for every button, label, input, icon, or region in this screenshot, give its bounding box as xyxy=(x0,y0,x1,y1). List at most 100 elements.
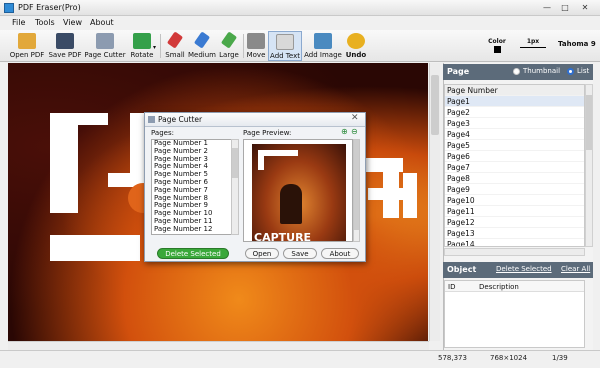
list-item[interactable]: Page14 xyxy=(445,239,584,246)
dialog-title-bar: Page Cutter ✕ xyxy=(145,113,365,127)
open-label: Open xyxy=(252,250,272,258)
list-radio[interactable] xyxy=(567,68,574,75)
status-coords: 578,373 xyxy=(438,354,467,362)
menu-view[interactable]: View xyxy=(63,18,82,27)
undo-button[interactable]: Undo xyxy=(344,31,368,61)
zoom-in-icon[interactable]: ⊕ xyxy=(341,127,348,136)
list-item[interactable]: Page3 xyxy=(445,118,584,129)
dialog-list-scrollbar[interactable] xyxy=(231,139,239,235)
font-picker[interactable]: Tahoma 9 xyxy=(558,40,596,48)
dialog-about-button[interactable]: About xyxy=(321,248,359,259)
stroke-width-picker[interactable]: 1px xyxy=(520,38,546,48)
list-item[interactable]: Page11 xyxy=(445,206,584,217)
list-item[interactable]: Page13 xyxy=(445,228,584,239)
maximize-button[interactable]: □ xyxy=(558,2,572,14)
logo-shape xyxy=(258,156,264,170)
dialog-title: Page Cutter xyxy=(158,115,203,124)
close-button[interactable]: ✕ xyxy=(578,2,592,14)
large-eraser-button[interactable]: Large xyxy=(217,31,241,61)
column-id: ID xyxy=(448,283,456,291)
page-list-header: Page Number xyxy=(445,85,584,96)
list-item[interactable]: Page2 xyxy=(445,107,584,118)
small-eraser-button[interactable]: Small xyxy=(163,31,187,61)
logo-shape xyxy=(50,113,108,125)
list-item[interactable]: Page1 xyxy=(445,96,584,107)
add-text-icon xyxy=(276,34,294,50)
add-image-button[interactable]: Add Image xyxy=(304,31,342,61)
list-label: List xyxy=(577,67,590,75)
status-bar: 578,373 768×1024 1/39 xyxy=(0,350,600,368)
page-preview: CAPTURE xyxy=(243,139,353,242)
pages-label: Pages: xyxy=(151,129,174,137)
page-cutter-button[interactable]: Page Cutter xyxy=(84,31,126,61)
delete-selected-label: Delete Selected xyxy=(165,250,221,258)
medium-eraser-button[interactable]: Medium xyxy=(188,31,216,61)
dialog-close-icon[interactable]: ✕ xyxy=(351,113,359,123)
add-image-icon xyxy=(314,33,332,49)
medium-eraser-label: Medium xyxy=(188,51,216,59)
page-list-horizontal-scrollbar[interactable] xyxy=(444,248,585,256)
list-item[interactable]: Page8 xyxy=(445,173,584,184)
page-cutter-icon xyxy=(148,116,155,123)
column-description: Description xyxy=(479,283,519,291)
thumbnail-radio[interactable] xyxy=(513,68,520,75)
page-list: Page Number Page1 Page2 Page3 Page4 Page… xyxy=(444,84,585,247)
menu-tools[interactable]: Tools xyxy=(35,18,55,27)
app-icon xyxy=(4,3,14,13)
page-cutter-dialog: Page Cutter ✕ Pages: Page Preview: ⊕ ⊖ P… xyxy=(144,112,366,262)
list-item[interactable]: Page12 xyxy=(445,217,584,228)
page-panel-title: Page xyxy=(447,67,470,76)
move-button[interactable]: Move xyxy=(245,31,267,61)
toolbar: Open PDF Save PDF Page Cutter Rotate ▾ S… xyxy=(0,30,600,62)
delete-selected-link[interactable]: Delete Selected xyxy=(496,265,552,273)
list-item[interactable]: Page10 xyxy=(445,195,584,206)
toolbar-separator xyxy=(243,34,244,58)
rotate-label: Rotate xyxy=(130,51,154,59)
stroke-width-label: 1px xyxy=(526,38,540,45)
large-eraser-icon xyxy=(220,31,238,49)
undo-icon xyxy=(347,33,365,49)
rotate-dropdown-arrow-icon[interactable]: ▾ xyxy=(153,44,156,51)
canvas-horizontal-scrollbar[interactable] xyxy=(8,341,429,350)
list-item[interactable]: Page9 xyxy=(445,184,584,195)
list-item[interactable]: Page4 xyxy=(445,129,584,140)
canvas-vertical-scrollbar[interactable] xyxy=(429,63,440,341)
list-item[interactable]: Page7 xyxy=(445,162,584,173)
title-bar: PDF Eraser(Pro) — □ ✕ xyxy=(0,0,600,16)
preview-scrollbar[interactable] xyxy=(353,139,360,242)
object-panel-header: Object Delete Selected Clear All xyxy=(443,262,593,278)
add-text-button[interactable]: Add Text xyxy=(268,31,302,61)
save-pdf-label: Save PDF xyxy=(48,51,82,59)
object-panel-title: Object xyxy=(447,265,477,274)
page-cutter-icon xyxy=(96,33,114,49)
open-pdf-button[interactable]: Open PDF xyxy=(8,31,46,61)
page-list-scrollbar[interactable] xyxy=(585,84,593,247)
logo-shape xyxy=(50,125,78,213)
dialog-save-button[interactable]: Save xyxy=(283,248,317,259)
zoom-out-icon[interactable]: ⊖ xyxy=(351,127,358,136)
figure-silhouette xyxy=(280,184,302,224)
list-item[interactable]: Page Number 12 xyxy=(152,225,232,234)
dialog-open-button[interactable]: Open xyxy=(245,248,279,259)
list-item[interactable]: Page6 xyxy=(445,151,584,162)
color-label: Color xyxy=(488,38,506,45)
save-pdf-button[interactable]: Save PDF xyxy=(47,31,83,61)
dialog-delete-selected-button[interactable]: Delete Selected xyxy=(157,248,229,259)
list-item[interactable]: Page5 xyxy=(445,140,584,151)
scroll-thumb[interactable] xyxy=(232,148,238,178)
scroll-thumb[interactable] xyxy=(431,75,439,135)
menu-about[interactable]: About xyxy=(90,18,114,27)
object-table: ID Description xyxy=(444,280,585,348)
clear-all-link[interactable]: Clear All xyxy=(561,265,590,273)
thumbnail-label: Thumbnail xyxy=(523,67,561,75)
undo-label: Undo xyxy=(345,51,367,59)
page-panel-header: Page Thumbnail List xyxy=(443,64,593,80)
scroll-thumb[interactable] xyxy=(354,140,359,230)
minimize-button[interactable]: — xyxy=(540,2,554,14)
medium-eraser-icon xyxy=(193,31,211,49)
rotate-icon xyxy=(133,33,151,49)
menu-file[interactable]: File xyxy=(12,18,25,27)
color-picker[interactable]: Color xyxy=(487,38,507,53)
open-pdf-label: Open PDF xyxy=(9,51,45,59)
scroll-thumb[interactable] xyxy=(586,95,592,150)
